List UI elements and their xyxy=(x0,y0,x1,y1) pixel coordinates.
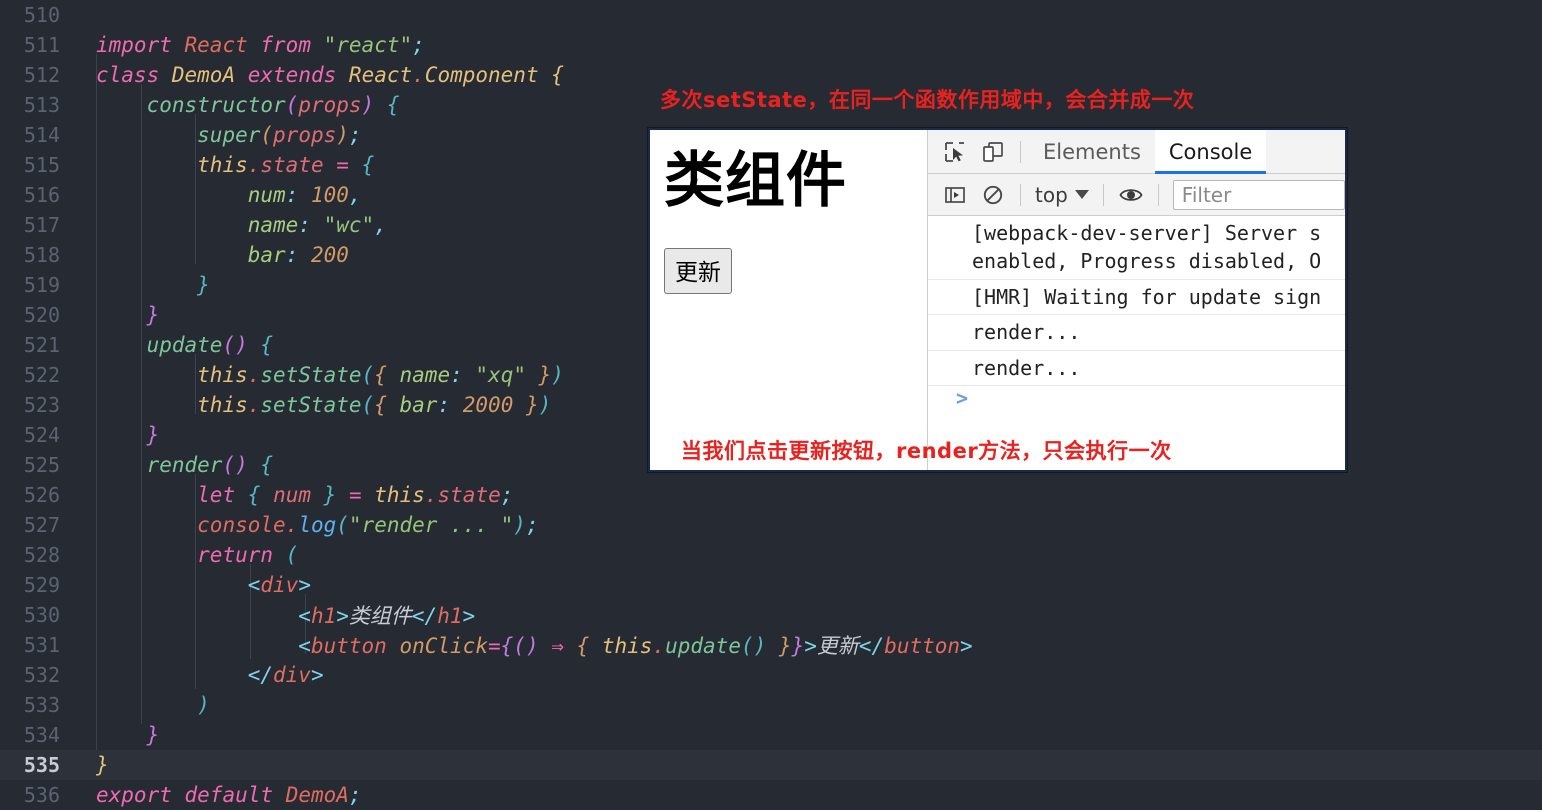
line-number: 527 xyxy=(23,513,60,537)
line-content: </div> xyxy=(247,663,324,687)
line-number: 536 xyxy=(23,783,60,807)
line-number: 515 xyxy=(23,153,60,177)
annotation-render-once: 当我们点击更新按钮，render方法，只会执行一次 xyxy=(681,439,1172,463)
line-content: } xyxy=(146,723,160,747)
line-number: 510 xyxy=(23,3,60,27)
line-content: ) xyxy=(197,693,210,717)
toolbar-divider xyxy=(1020,183,1021,206)
line-number: 529 xyxy=(23,573,60,597)
line-content: <h1>类组件</h1> xyxy=(298,604,476,628)
code-line[interactable]: 531 <button onClick={() ⇒ { this.update(… xyxy=(0,630,1542,660)
toolbar-divider xyxy=(1020,140,1021,163)
code-line[interactable]: 527 console.log("render ... "); xyxy=(0,510,1542,540)
prompt-arrow-icon: > xyxy=(956,385,969,410)
code-line[interactable]: 529 <div> xyxy=(0,570,1542,600)
line-number: 535 xyxy=(23,753,60,777)
line-number: 533 xyxy=(23,693,60,717)
line-number: 528 xyxy=(23,543,60,567)
tab-elements[interactable]: Elements xyxy=(1029,130,1155,174)
devtools-tabbar: Elements Console xyxy=(928,130,1345,174)
console-message[interactable]: [HMR] Waiting for update sign xyxy=(928,280,1345,316)
line-content: return ( xyxy=(197,543,299,567)
devtools-panel[interactable]: Elements Console top Filter [webpack-dev… xyxy=(927,130,1345,470)
live-expression-eye-icon[interactable] xyxy=(1112,176,1150,214)
line-number: 522 xyxy=(23,363,60,387)
console-output[interactable]: [webpack-dev-server] Server s enabled, P… xyxy=(928,216,1345,470)
line-content: <button onClick={() ⇒ { this.update() }}… xyxy=(298,634,973,658)
page-preview-pane[interactable]: 类组件 更新 xyxy=(650,130,927,470)
line-content: import React from "react"; xyxy=(96,33,425,57)
clear-console-icon[interactable] xyxy=(974,176,1012,214)
line-content: export default DemoA; xyxy=(96,783,362,807)
line-number: 517 xyxy=(23,213,60,237)
console-message[interactable]: render... xyxy=(928,315,1345,351)
line-number: 520 xyxy=(23,303,60,327)
line-number: 519 xyxy=(23,273,60,297)
line-number: 511 xyxy=(23,33,60,57)
line-number: 513 xyxy=(23,93,60,117)
code-line[interactable]: 532 </div> xyxy=(0,660,1542,690)
console-message[interactable]: render... xyxy=(928,351,1345,386)
page-title: 类组件 xyxy=(664,146,847,216)
line-number: 514 xyxy=(23,123,60,147)
line-content: let { num } = this.state; xyxy=(197,483,514,507)
chevron-down-icon xyxy=(1074,190,1089,199)
code-line[interactable]: 526 let { num } = this.state; xyxy=(0,480,1542,510)
line-number: 521 xyxy=(23,333,60,357)
line-number: 534 xyxy=(23,723,60,747)
code-line[interactable]: 511 import React from "react"; xyxy=(0,30,1542,60)
console-toolbar: top xyxy=(928,174,1345,216)
execution-context-selector[interactable]: top xyxy=(1029,183,1095,207)
line-content: console.log("render ... "); xyxy=(197,513,539,537)
console-prompt-row[interactable]: > xyxy=(928,386,1345,418)
code-line[interactable]: 536 export default DemoA; xyxy=(0,780,1542,810)
line-content: <div> xyxy=(247,573,311,597)
console-sidebar-icon[interactable] xyxy=(936,176,974,214)
tab-console[interactable]: Console xyxy=(1154,130,1267,174)
code-line[interactable]: 528 return ( xyxy=(0,540,1542,570)
code-line[interactable]: 533 ) xyxy=(0,690,1542,720)
toolbar-divider xyxy=(1157,183,1159,206)
line-number: 532 xyxy=(23,663,60,687)
device-toolbar-icon[interactable] xyxy=(974,133,1012,171)
line-number: 518 xyxy=(23,243,60,267)
update-button[interactable]: 更新 xyxy=(664,248,732,294)
line-number: 525 xyxy=(23,453,60,477)
line-number: 523 xyxy=(23,393,60,417)
toolbar-divider xyxy=(1102,183,1104,206)
inspect-element-icon[interactable] xyxy=(936,133,974,171)
line-number: 516 xyxy=(23,183,60,207)
line-number: 530 xyxy=(23,603,60,627)
console-filter-input[interactable] xyxy=(1172,179,1345,210)
line-number: 524 xyxy=(23,423,60,447)
line-content: } xyxy=(96,753,109,777)
browser-window[interactable]: 类组件 更新 Elements Console top Filter [webp… xyxy=(648,128,1347,472)
line-number: 531 xyxy=(23,633,60,657)
line-number: 526 xyxy=(23,483,60,507)
code-line[interactable]: 534 } xyxy=(0,720,1542,750)
annotation-setstate-merge: 多次setState，在同一个函数作用域中，会合并成一次 xyxy=(660,88,1195,112)
execution-context-label: top xyxy=(1035,182,1068,207)
code-line-active[interactable]: 535 } xyxy=(0,750,1542,780)
console-message[interactable]: [webpack-dev-server] Server s enabled, P… xyxy=(928,216,1345,280)
code-line[interactable]: 510 xyxy=(0,0,1542,30)
line-number: 512 xyxy=(23,63,60,87)
code-line[interactable]: 530 <h1>类组件</h1> xyxy=(0,600,1542,630)
